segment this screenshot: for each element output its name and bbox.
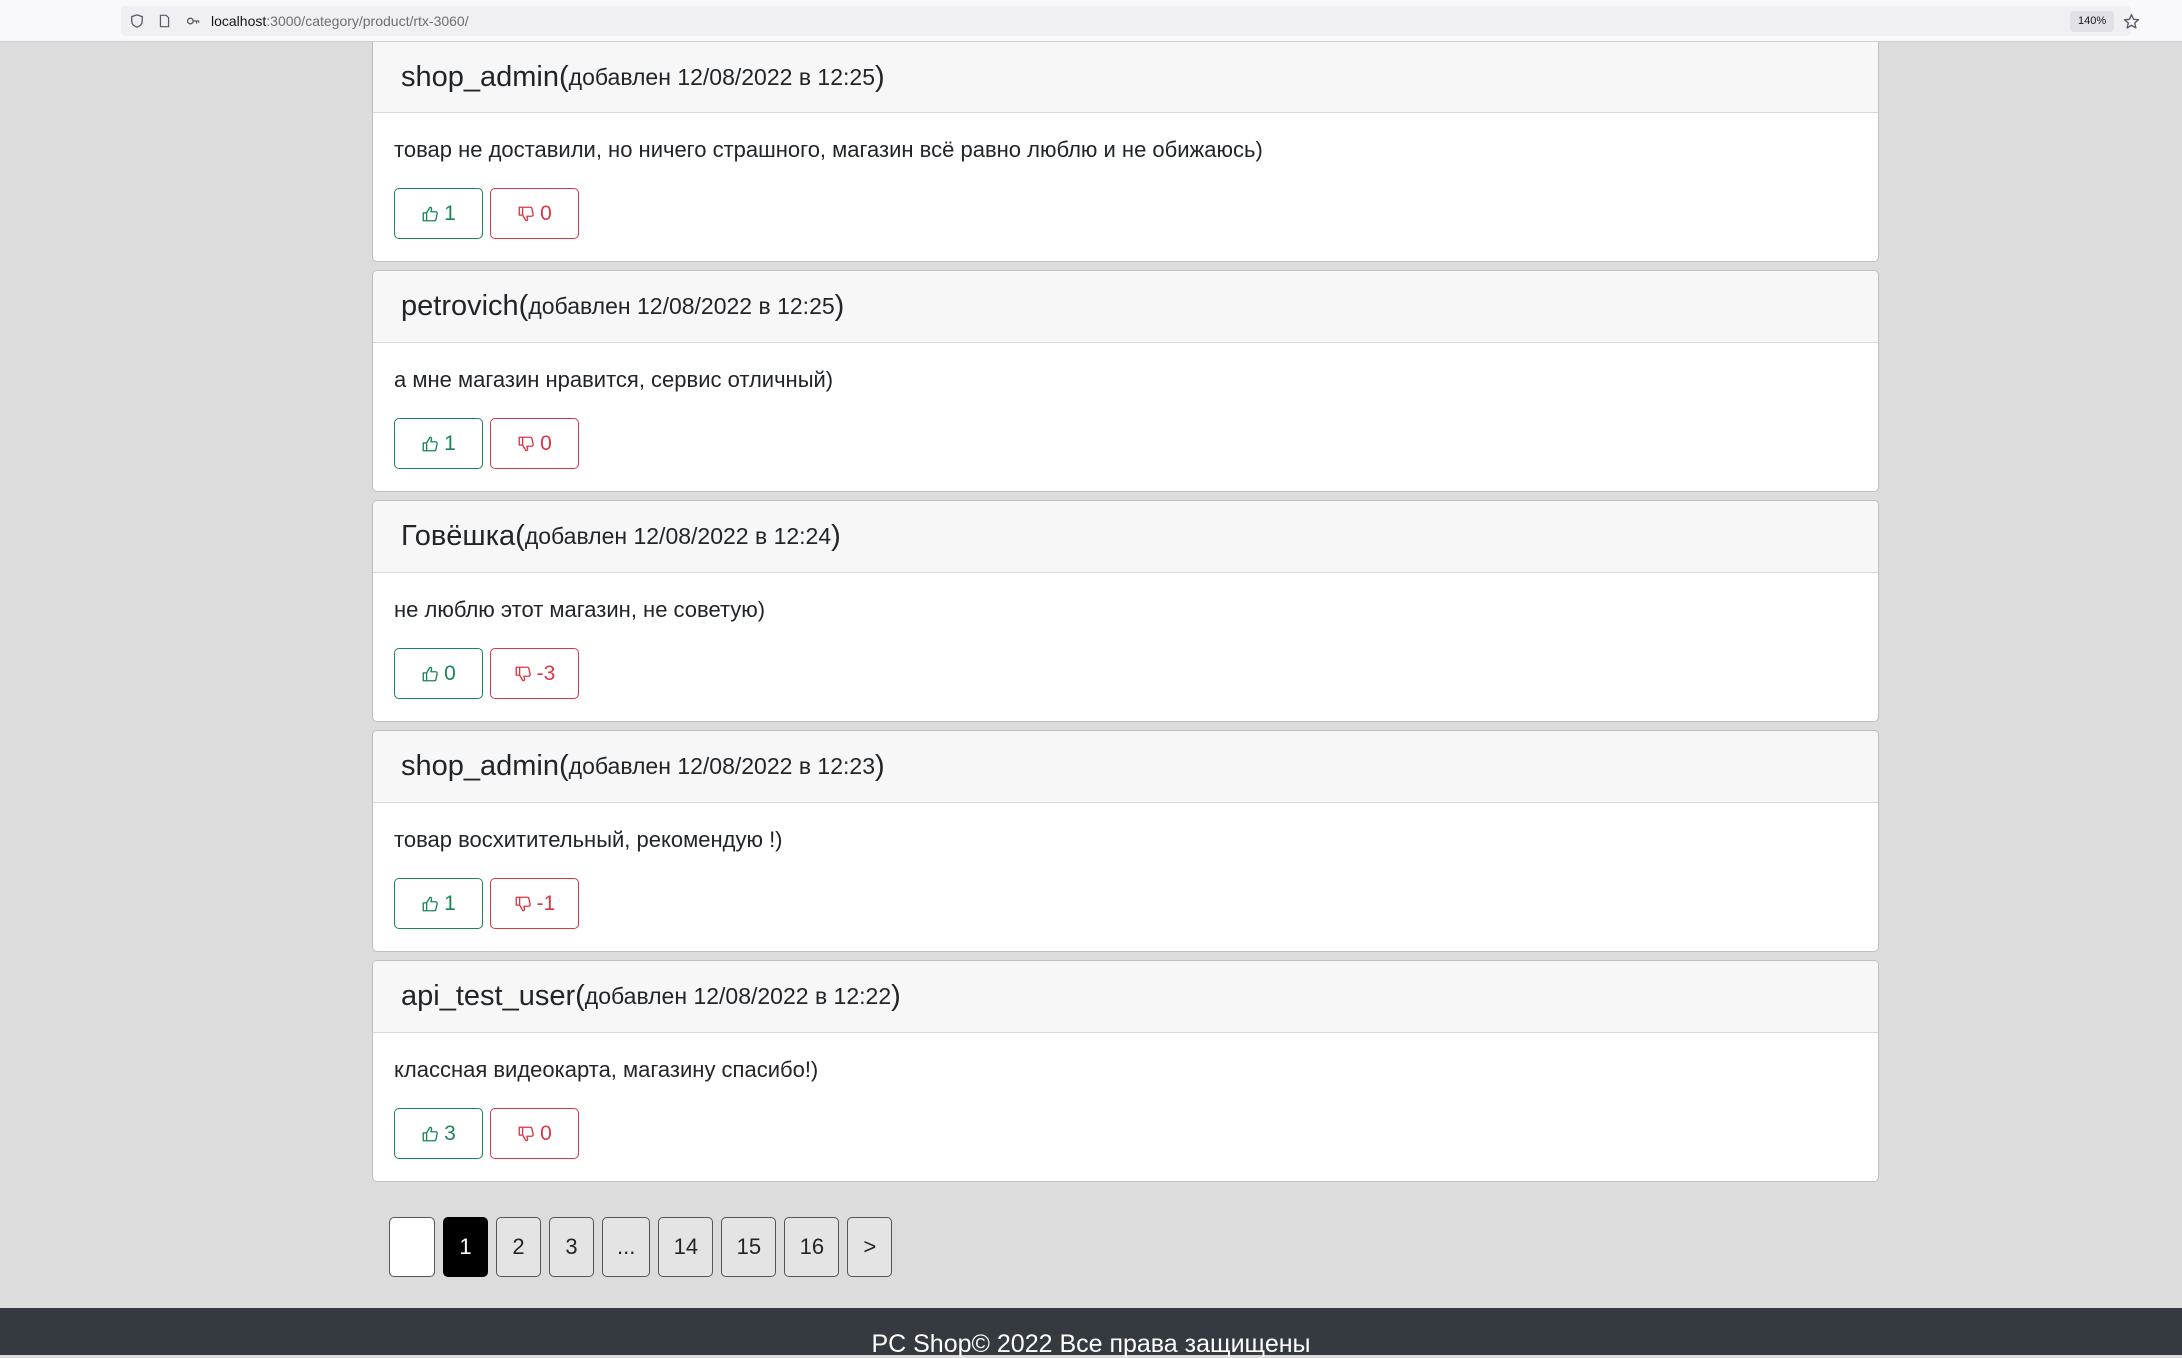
url-host: localhost (211, 13, 267, 29)
like-count: 1 (444, 431, 456, 455)
thumbs-down-icon (515, 666, 531, 681)
url-path: :3000/category/product/rtx-3060/ (266, 13, 469, 29)
page-button[interactable]: 16 (784, 1217, 840, 1277)
thumbs-up-icon (422, 666, 438, 681)
dislike-button[interactable]: -3 (490, 648, 579, 699)
dislike-button[interactable]: 0 (490, 418, 579, 469)
footer-copyright: PC Shop© 2022 Все права защищены (871, 1330, 1311, 1358)
vote-buttons: 1 0 (394, 188, 1858, 239)
review-header: api_test_user(добавлен 12/08/2022 в 12:2… (373, 961, 1878, 1033)
page-button[interactable]: 14 (658, 1217, 714, 1277)
review-card: shop_admin(добавлен 12/08/2022 в 12:25) … (372, 42, 1879, 262)
review-author: Говёшка (401, 520, 516, 552)
review-date: добавлен 12/08/2022 в 12:24 (524, 523, 832, 549)
paren-close: ) (891, 980, 901, 1012)
thumbs-up-icon (422, 436, 438, 451)
like-count: 1 (444, 891, 456, 915)
page-button[interactable]: 2 (496, 1217, 541, 1277)
review-header: petrovich(добавлен 12/08/2022 в 12:25) (373, 271, 1878, 343)
review-body: не люблю этот магазин, не советую) 0 -3 (373, 573, 1878, 721)
vote-buttons: 1 0 (394, 418, 1858, 469)
page-icon[interactable] (155, 12, 173, 30)
paren-open: ( (575, 980, 585, 1012)
like-button[interactable]: 0 (394, 648, 483, 699)
like-button[interactable]: 1 (394, 188, 483, 239)
review-card: Говёшка(добавлен 12/08/2022 в 12:24) не … (372, 500, 1879, 722)
review-date: добавлен 12/08/2022 в 12:25 (568, 63, 875, 90)
paren-close: ) (834, 290, 845, 322)
page-button[interactable]: 3 (549, 1217, 594, 1277)
dislike-button[interactable]: 0 (490, 188, 579, 239)
key-icon[interactable] (184, 12, 202, 30)
review-body: а мне магазин нравится, сервис отличный)… (373, 343, 1878, 491)
review-author: shop_admin (401, 750, 559, 782)
thumbs-down-icon (518, 1126, 534, 1141)
dislike-count: -3 (536, 661, 556, 685)
vote-buttons: 0 -3 (394, 648, 1858, 699)
like-button[interactable]: 1 (394, 878, 483, 929)
review-author: petrovich (401, 290, 519, 322)
shield-icon[interactable] (128, 12, 146, 30)
review-author: shop_admin (401, 60, 559, 93)
dislike-count: 0 (540, 201, 552, 225)
review-text: классная видеокарта, магазину спасибо!) (394, 1057, 819, 1082)
paren-open: ( (559, 750, 569, 782)
paren-open: ( (559, 60, 569, 93)
paren-open: ( (518, 290, 529, 322)
review-body: товар не доставили, но ничего страшного,… (373, 113, 1878, 261)
like-button[interactable]: 3 (394, 1108, 483, 1159)
paren-open: ( (515, 520, 525, 552)
review-date: добавлен 12/08/2022 в 12:23 (568, 753, 875, 779)
dislike-count: -1 (536, 891, 556, 915)
pagination: 1 2 3 ... 14 15 16 > (389, 1217, 893, 1277)
thumbs-up-icon (422, 896, 438, 911)
url-text[interactable]: localhost:3000/category/product/rtx-3060… (211, 13, 469, 29)
dislike-count: 0 (540, 431, 552, 455)
paren-close: ) (874, 60, 885, 93)
page-button[interactable]: 15 (721, 1217, 777, 1277)
review-card: petrovich(добавлен 12/08/2022 в 12:25) а… (372, 270, 1879, 492)
reviews-list: shop_admin(добавлен 12/08/2022 в 12:25) … (372, 42, 1879, 1190)
review-card: api_test_user(добавлен 12/08/2022 в 12:2… (372, 960, 1879, 1182)
like-count: 1 (444, 201, 456, 225)
review-author: api_test_user (401, 980, 576, 1012)
page-ellipsis[interactable]: ... (602, 1217, 651, 1277)
paren-close: ) (874, 750, 885, 782)
page-button-current[interactable]: 1 (443, 1217, 488, 1277)
browser-toolbar: localhost:3000/category/product/rtx-3060… (0, 0, 2182, 42)
dislike-button[interactable]: -1 (490, 878, 579, 929)
review-date: добавлен 12/08/2022 в 12:25 (528, 293, 835, 319)
star-icon[interactable] (2122, 12, 2140, 30)
review-text: а мне магазин нравится, сервис отличный) (394, 367, 834, 392)
like-count: 3 (444, 1121, 456, 1145)
site-footer: PC Shop© 2022 Все права защищены (0, 1308, 2182, 1358)
review-header: shop_admin(добавлен 12/08/2022 в 12:25) (373, 42, 1878, 113)
like-count: 0 (444, 661, 456, 685)
page-previous-button[interactable] (389, 1217, 435, 1277)
thumbs-down-icon (518, 206, 534, 221)
zoom-level[interactable]: 140% (2070, 11, 2115, 32)
thumbs-down-icon (518, 436, 534, 451)
vote-buttons: 1 -1 (394, 878, 1858, 929)
thumbs-down-icon (515, 896, 531, 911)
page-next-button[interactable]: > (847, 1217, 893, 1277)
like-button[interactable]: 1 (394, 418, 483, 469)
vote-buttons: 3 0 (394, 1108, 1858, 1159)
review-text: товар восхитительный, рекомендую !) (394, 827, 783, 852)
dislike-button[interactable]: 0 (490, 1108, 579, 1159)
review-body: товар восхитительный, рекомендую !) 1 -1 (373, 803, 1878, 951)
review-body: классная видеокарта, магазину спасибо!) … (373, 1033, 1878, 1181)
review-date: добавлен 12/08/2022 в 12:22 (584, 983, 892, 1009)
thumbs-up-icon (422, 1126, 438, 1141)
review-header: Говёшка(добавлен 12/08/2022 в 12:24) (373, 501, 1878, 573)
review-header: shop_admin(добавлен 12/08/2022 в 12:23) (373, 731, 1878, 803)
paren-close: ) (831, 520, 841, 552)
thumbs-up-icon (422, 206, 438, 221)
dislike-count: 0 (540, 1121, 552, 1145)
review-text: товар не доставили, но ничего страшного,… (394, 137, 1263, 162)
review-text: не люблю этот магазин, не советую) (394, 597, 766, 622)
review-card: shop_admin(добавлен 12/08/2022 в 12:23) … (372, 730, 1879, 952)
